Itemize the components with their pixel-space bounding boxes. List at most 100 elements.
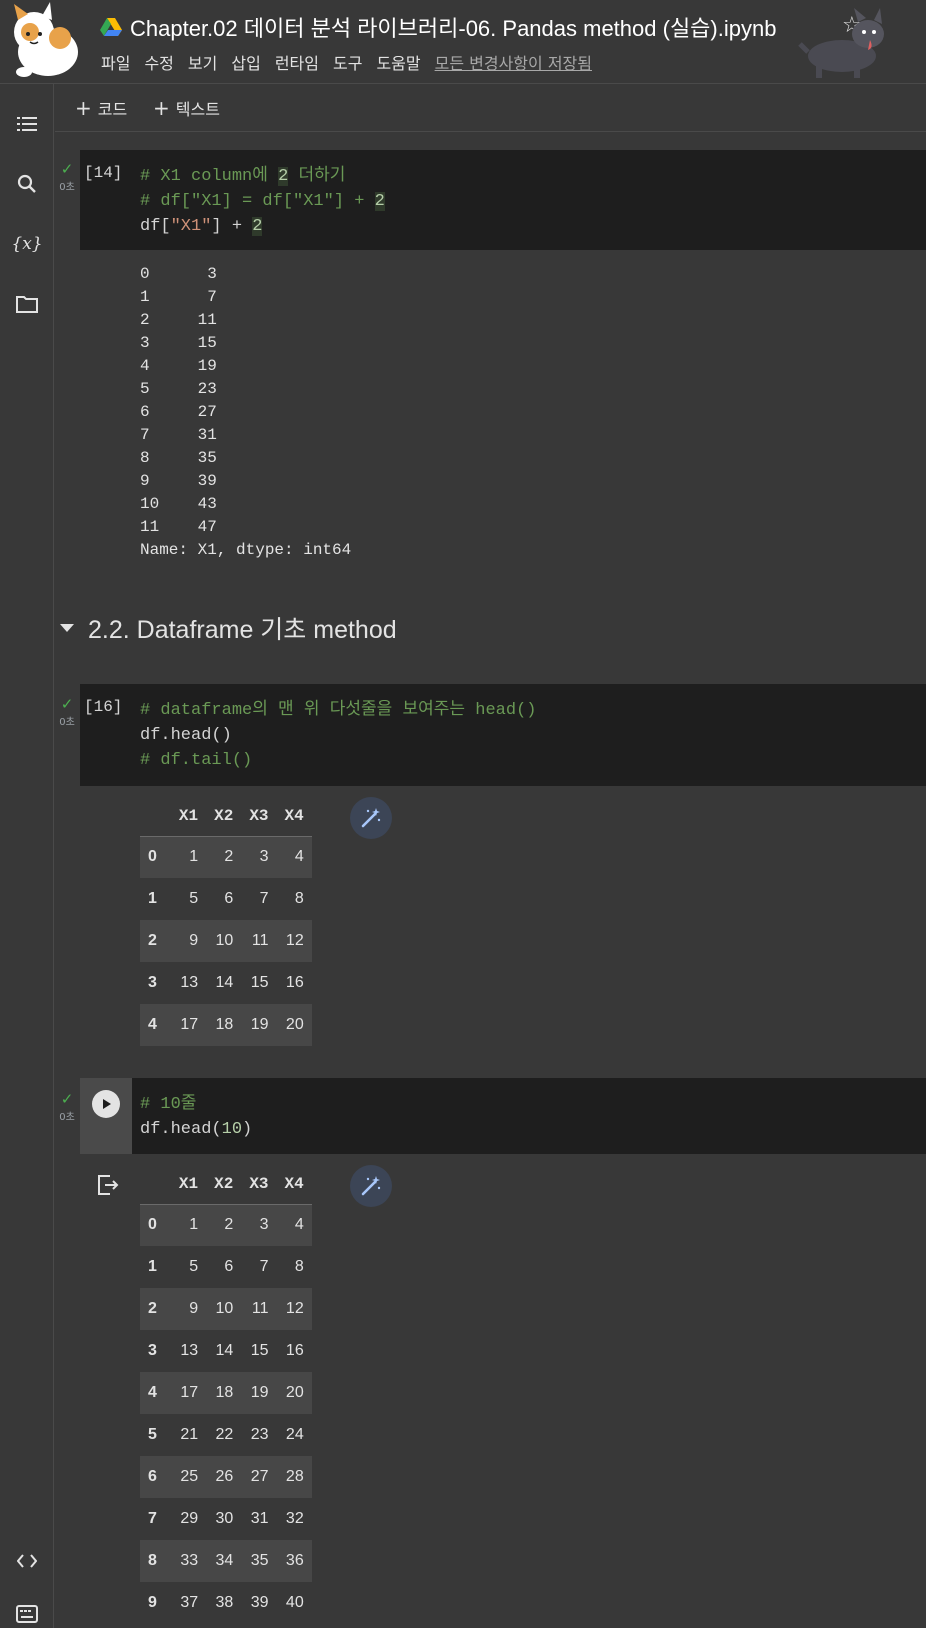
- saved-status-link[interactable]: 모든 변경사항이 저장됨: [428, 50, 599, 74]
- code-snippets-icon[interactable]: [11, 1545, 43, 1577]
- output-line: 6 27: [140, 403, 217, 421]
- menu-runtime[interactable]: 런타임: [268, 50, 326, 74]
- collapse-caret-icon[interactable]: [60, 624, 74, 632]
- index-header: [140, 1164, 171, 1205]
- menu-tools[interactable]: 도구: [326, 50, 369, 74]
- code-comment: 더하기: [288, 167, 346, 186]
- menu-edit[interactable]: 수정: [137, 50, 180, 74]
- table-cell: 1: [189, 1216, 199, 1234]
- checkmark-icon: ✓: [60, 696, 74, 713]
- table-cell: 10: [215, 1300, 234, 1317]
- table-cell: 8: [294, 1258, 304, 1275]
- table-cell: 14: [215, 974, 234, 991]
- variables-icon[interactable]: {x}: [11, 228, 43, 260]
- code-cell-16[interactable]: [16] # dataframe의 맨 위 다섯줄을 보여주는 head() d…: [80, 684, 926, 786]
- add-code-label: 코드: [97, 100, 128, 119]
- column-header: X3: [241, 796, 277, 837]
- code-editor[interactable]: # 10줄 df.head(10): [140, 1092, 252, 1142]
- index-header: [140, 796, 171, 837]
- table-cell: 20: [285, 1016, 304, 1033]
- row-index: 7: [148, 1510, 157, 1527]
- output-options-icon[interactable]: [96, 1174, 120, 1196]
- table-cell: 12: [285, 1300, 304, 1317]
- menu-file[interactable]: 파일: [94, 50, 137, 74]
- table-cell: 10: [215, 932, 234, 949]
- code-number: 10: [221, 1120, 243, 1139]
- section-title: 2.2. Dataframe 기초 method: [88, 616, 397, 644]
- table-cell: 29: [180, 1510, 199, 1527]
- plus-icon: +: [75, 96, 92, 120]
- code-editor[interactable]: # X1 column에 2 더하기 # df["X1] = df["X1"] …: [140, 164, 385, 239]
- output-line: 5 23: [140, 380, 217, 398]
- table-cell: 27: [250, 1468, 269, 1485]
- table-cell: 32: [285, 1510, 304, 1527]
- code-text: df.head(): [140, 726, 232, 745]
- magic-wand-button[interactable]: [350, 1165, 392, 1207]
- table-cell: 22: [215, 1426, 234, 1443]
- exec-time: 0초: [59, 182, 75, 193]
- table-cell: 7: [259, 890, 269, 907]
- execution-count: [14]: [84, 164, 123, 182]
- table-cell: 31: [250, 1510, 269, 1527]
- table-cell: 4: [294, 848, 304, 866]
- terminal-icon[interactable]: [11, 1598, 43, 1628]
- output-line: Name: X1, dtype: int64: [140, 541, 352, 559]
- cell-16-status: ✓ 0초: [57, 696, 77, 729]
- table-cell: 20: [285, 1384, 304, 1401]
- menu-view[interactable]: 보기: [181, 50, 224, 74]
- row-index: 4: [148, 1384, 157, 1401]
- cell-3-status: ✓ 0초: [57, 1091, 77, 1124]
- table-cell: 7: [259, 1258, 269, 1275]
- magic-wand-icon: [361, 808, 381, 828]
- table-cell: 6: [224, 890, 234, 907]
- table-cell: 33: [180, 1552, 199, 1569]
- dataframe-head10-table: X1 X2 X3 X4 0 1 2 3 4 1 5 6 7 8 2 9 10 11 12 3 13 14 15 16 4 17 18…: [140, 1164, 312, 1624]
- checkmark-icon: ✓: [60, 1091, 74, 1108]
- code-cell-14[interactable]: [14] # X1 column에 2 더하기 # df["X1] = df["…: [80, 150, 926, 250]
- folder-icon[interactable]: [11, 288, 43, 320]
- code-string: "X1": [170, 217, 212, 236]
- menu-help[interactable]: 도움말: [369, 50, 427, 74]
- row-index: 9: [148, 1594, 157, 1611]
- add-code-button[interactable]: + 코드: [75, 94, 127, 122]
- table-of-contents-icon[interactable]: [11, 108, 43, 140]
- code-text: df.head(: [140, 1120, 222, 1139]
- table-row: 9 37 38 39 40: [140, 1582, 312, 1624]
- notebook-title[interactable]: Chapter.02 데이터 분석 라이브러리-06. Pandas metho…: [130, 11, 776, 43]
- table-cell: 9: [189, 1300, 199, 1317]
- magic-wand-icon: [361, 1176, 381, 1196]
- row-index: 6: [148, 1468, 157, 1485]
- add-text-button[interactable]: + 텍스트: [153, 94, 220, 122]
- row-index: 0: [148, 848, 157, 866]
- table-row: 6 25 26 27 28: [140, 1456, 312, 1498]
- output-line: 8 35: [140, 449, 217, 467]
- table-cell: 14: [215, 1342, 234, 1359]
- search-icon[interactable]: [11, 168, 43, 200]
- table-cell: 11: [251, 932, 269, 949]
- run-strip: [80, 1078, 132, 1154]
- code-comment: # X1 column에: [140, 167, 279, 186]
- code-cell-3[interactable]: # 10줄 df.head(10): [132, 1078, 926, 1154]
- table-cell: 15: [250, 974, 269, 991]
- code-comment: # df["X1] = df["X1"] +: [140, 192, 375, 211]
- magic-wand-button[interactable]: [350, 797, 392, 839]
- output-line: 11 47: [140, 518, 217, 536]
- output-line: 7 31: [140, 426, 217, 444]
- google-drive-icon[interactable]: [100, 17, 122, 37]
- code-editor[interactable]: # dataframe의 맨 위 다섯줄을 보여주는 head() df.hea…: [140, 698, 536, 773]
- row-index: 2: [148, 932, 157, 949]
- code-text: ] +: [211, 217, 253, 236]
- table-cell: 3: [259, 1216, 269, 1234]
- play-icon: [103, 1099, 111, 1109]
- table-cell: 2: [224, 1216, 234, 1234]
- checkmark-icon: ✓: [60, 161, 74, 178]
- code-number: 2: [278, 167, 289, 186]
- table-cell: 35: [250, 1552, 269, 1569]
- table-cell: 28: [285, 1468, 304, 1485]
- table-cell: 38: [215, 1594, 234, 1611]
- run-cell-button[interactable]: [92, 1090, 120, 1118]
- exec-time: 0초: [59, 1112, 75, 1123]
- row-index: 4: [148, 1016, 157, 1033]
- menu-insert[interactable]: 삽입: [224, 50, 267, 74]
- code-text: ): [242, 1120, 253, 1139]
